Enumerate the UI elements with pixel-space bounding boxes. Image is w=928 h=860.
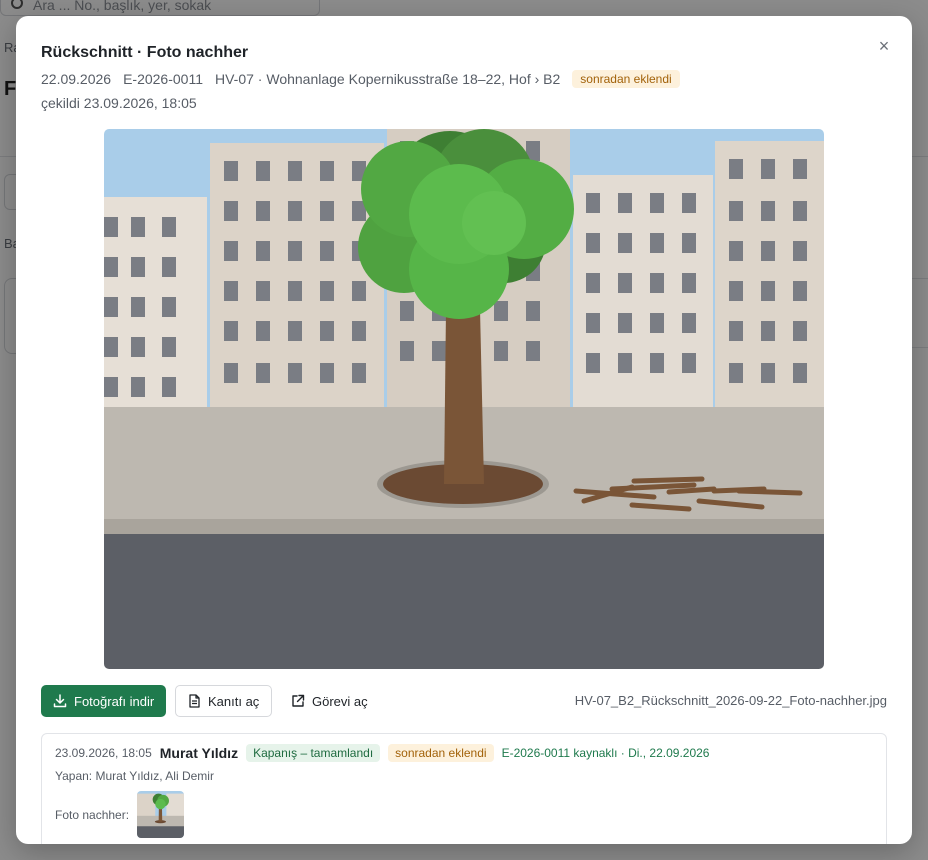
download-icon (53, 694, 67, 708)
photo-taken-time: çekildi 23.09.2026, 18:05 (41, 95, 197, 111)
entry-time: 23.09.2026, 18:05 (55, 746, 152, 760)
open-evidence-label: Kanıtı aç (208, 693, 260, 709)
task-date: 22.09.2026 (41, 71, 112, 87)
close-icon[interactable]: × (874, 36, 894, 56)
open-task-label: Görevi aç (312, 693, 368, 709)
entry-performed-by: Yapan: Murat Yıldız, Ali Demir (55, 769, 214, 783)
document-icon (189, 694, 200, 708)
entry-photo-label: Foto nachher: (55, 807, 130, 822)
download-photo-label: Fotoğrafı indir (74, 693, 155, 709)
tree-photo-illustration (104, 129, 824, 669)
photo-preview (104, 129, 824, 669)
modal-title: Rückschnitt · Foto nachher (41, 44, 249, 61)
photo-modal: × Rückschnitt · Foto nachher 22.09.2026 … (16, 16, 912, 844)
late-added-badge: sonradan eklendi (572, 70, 680, 88)
external-link-icon (292, 694, 305, 707)
entry-photo-row: Foto nachher: (55, 791, 185, 838)
entry-source: E-2026-0011 kaynaklı · Di., 22.09.2026 (501, 746, 710, 760)
download-photo-button[interactable]: Fotoğrafı indir (41, 685, 167, 717)
status-badge: Kapanış – tamamlandı (246, 744, 381, 762)
photo-filename: HV-07_B2_Rückschnitt_2026-09-22_Foto-nac… (574, 693, 887, 708)
task-location: HV-07 · Wohnanlage Kopernikusstraße 18–2… (215, 71, 561, 87)
photo-thumbnail-image (137, 791, 185, 838)
open-evidence-button[interactable]: Kanıtı aç (175, 685, 273, 717)
open-task-button[interactable]: Görevi aç (281, 685, 378, 717)
history-entry: 23.09.2026, 18:05 Murat Yıldız Kapanış –… (41, 733, 887, 844)
entry-user: Murat Yıldız (159, 745, 239, 761)
late-added-badge: sonradan eklendi (388, 744, 494, 762)
history-entry-header: 23.09.2026, 18:05 Murat Yıldız Kapanış –… (55, 744, 709, 762)
task-id: E-2026-0011 (123, 71, 203, 87)
modal-meta: 22.09.2026 E-2026-0011 HV-07 · Wohnanlag… (41, 70, 680, 88)
action-bar: Fotoğrafı indir Kanıtı aç Görevi aç HV-0… (41, 685, 887, 717)
photo-thumbnail[interactable] (137, 791, 185, 838)
